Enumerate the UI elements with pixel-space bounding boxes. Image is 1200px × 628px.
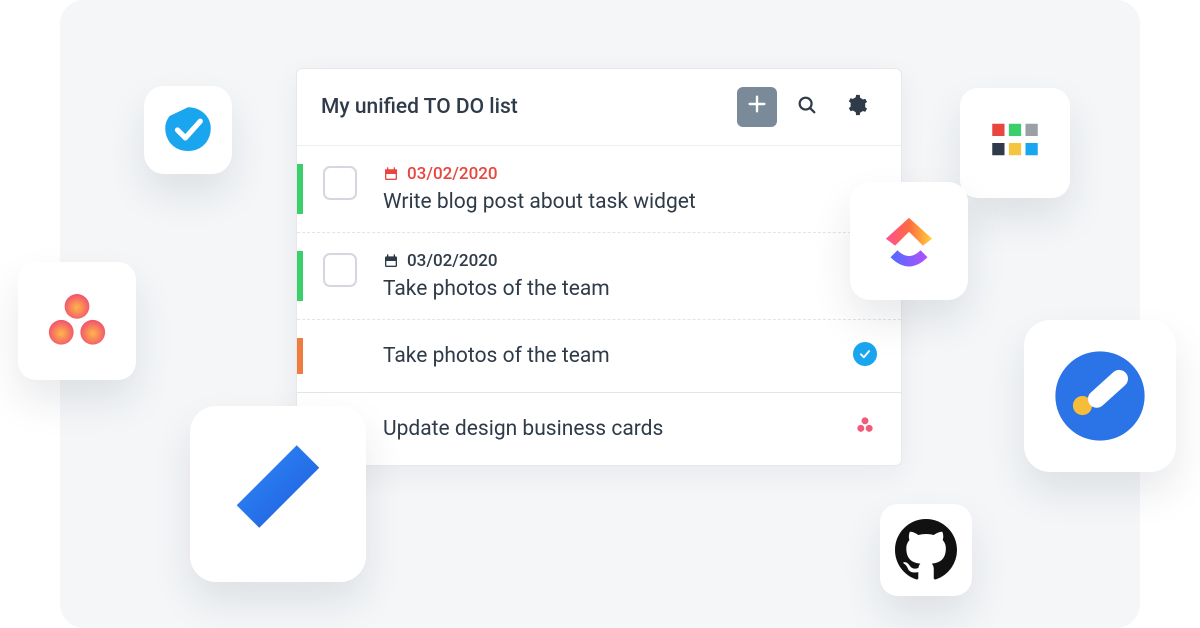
app-card-ticktick <box>144 86 232 174</box>
task-row[interactable]: Update design business cards <box>297 392 901 465</box>
panel-title: My unified TO DO list <box>321 95 727 119</box>
github-icon <box>895 519 957 581</box>
task-accent <box>297 164 303 214</box>
task-title: Take photos of the team <box>383 338 877 374</box>
task-row[interactable]: 03/02/2020 Write blog post about task wi… <box>297 146 901 232</box>
task-date-text: 03/02/2020 <box>407 251 498 271</box>
panel-header: My unified TO DO list <box>297 69 901 146</box>
task-date-text: 03/02/2020 <box>407 164 498 184</box>
task-body: 03/02/2020 Write blog post about task wi… <box>383 164 877 214</box>
task-accent <box>297 251 303 301</box>
task-accent <box>297 338 303 374</box>
app-card-github <box>880 504 972 596</box>
task-title: Update design business cards <box>383 411 877 447</box>
task-row[interactable]: Take photos of the team <box>297 319 901 392</box>
plus-icon <box>746 92 768 122</box>
ticktick-badge-icon <box>853 342 877 366</box>
task-title: Take photos of the team <box>383 277 877 301</box>
mstodo-icon <box>218 434 338 554</box>
app-card-grid <box>960 88 1070 198</box>
task-source-icon <box>853 342 877 366</box>
task-checkbox[interactable] <box>323 253 357 287</box>
app-card-googletasks <box>1024 320 1176 472</box>
task-title: Write blog post about task widget <box>383 190 877 214</box>
settings-button[interactable] <box>837 87 877 127</box>
calendar-icon <box>383 253 399 269</box>
task-date: 03/02/2020 <box>383 164 877 184</box>
task-source-icon <box>853 413 877 437</box>
app-card-clickup <box>850 182 968 300</box>
search-button[interactable] <box>787 87 827 127</box>
task-date: 03/02/2020 <box>383 251 877 271</box>
grid-icon <box>987 115 1043 171</box>
task-body: 03/02/2020 Take photos of the team <box>383 251 877 301</box>
clickup-icon <box>872 204 946 278</box>
app-card-mstodo <box>190 406 366 582</box>
task-checkbox[interactable] <box>323 166 357 200</box>
asana-icon <box>41 285 113 357</box>
task-row[interactable]: 03/02/2020 Take photos of the team <box>297 232 901 319</box>
task-body: Take photos of the team <box>383 338 877 374</box>
task-list: 03/02/2020 Write blog post about task wi… <box>297 146 901 465</box>
ticktick-icon <box>160 102 216 158</box>
todo-panel: My unified TO DO list <box>296 68 902 466</box>
google-tasks-icon <box>1049 345 1151 447</box>
gear-icon <box>846 94 868 120</box>
calendar-icon <box>383 166 399 182</box>
search-icon <box>796 94 818 120</box>
app-card-asana <box>18 262 136 380</box>
add-task-button[interactable] <box>737 87 777 127</box>
task-body: Update design business cards <box>383 411 877 447</box>
